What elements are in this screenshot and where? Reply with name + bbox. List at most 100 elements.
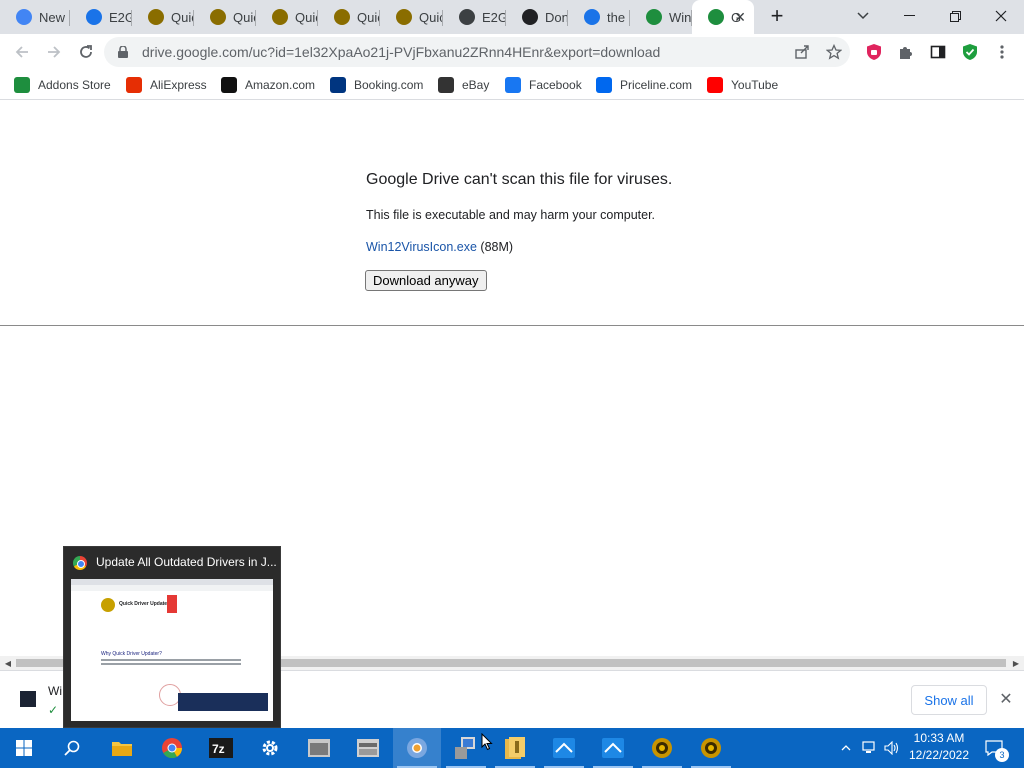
restore-icon (949, 10, 961, 22)
tab-label: Quic (357, 9, 380, 25)
restore-button[interactable] (932, 0, 978, 32)
quick-driver-2-button[interactable] (687, 728, 735, 768)
quick-driver-logo-icon (101, 598, 115, 612)
bookmark-addons-store[interactable]: Addons Store (14, 76, 111, 94)
network-icon[interactable] (862, 740, 878, 756)
quick-driver-1-button[interactable] (638, 728, 686, 768)
booking-icon (330, 77, 346, 93)
quick-driver-icon (701, 738, 721, 758)
url-text: drive.google.com/uc?id=1el32XpaAo21j-PVj… (142, 44, 661, 60)
tab-label: Quic (171, 9, 194, 25)
bookmark-aliexpress[interactable]: AliExpress (126, 76, 207, 94)
share-icon[interactable] (792, 42, 812, 62)
settings-button[interactable] (246, 728, 294, 768)
tab-label: E2G (109, 9, 132, 25)
quick-driver-icon (652, 738, 672, 758)
tab-10[interactable]: the (568, 0, 630, 34)
7zip-button[interactable]: 7z (197, 728, 245, 768)
tab-9[interactable]: Don (506, 0, 568, 34)
amazon-icon (221, 77, 237, 93)
search-icon (64, 740, 80, 756)
installer-icon (455, 737, 475, 759)
tab-12[interactable]: G ✕ (692, 0, 754, 34)
preview-app-name: Quick Driver Updater (119, 601, 170, 607)
app-window-2-button[interactable] (344, 728, 392, 768)
app-blue-icon (553, 738, 575, 758)
app-window-icon (308, 739, 330, 757)
minimize-button[interactable] (886, 0, 932, 32)
app-blue-1-button[interactable] (540, 728, 588, 768)
youtube-icon (707, 77, 723, 93)
chrome-taskbar-button[interactable] (148, 728, 196, 768)
tab-7[interactable]: Quic (380, 0, 443, 34)
taskbar-thumbnail-preview[interactable]: Update All Outdated Drivers in J... Quic… (63, 546, 281, 728)
bookmark-amazon-com[interactable]: Amazon.com (221, 76, 315, 94)
quick-driver-icon (396, 9, 412, 25)
tab-1[interactable]: New (0, 0, 70, 34)
preview-banner (178, 693, 268, 711)
archive-icon (522, 9, 538, 25)
taskbar-search-button[interactable] (48, 728, 96, 768)
back-button[interactable] (8, 38, 36, 66)
volume-icon[interactable] (884, 740, 900, 756)
tab-6[interactable]: Quic (318, 0, 380, 34)
close-tab-icon[interactable]: ✕ (732, 9, 748, 25)
tab-strip: New E2G Quic Quic Quic Quic Quic E2G Don the WinG✕… (0, 0, 1024, 34)
bookmark-star-icon[interactable] (824, 42, 844, 62)
download-item-name[interactable]: Wi (48, 684, 62, 698)
clock-time[interactable]: 10:33 AM (908, 731, 970, 745)
file-archive-button[interactable] (491, 728, 539, 768)
bookmark-booking-com[interactable]: Booking.com (330, 76, 423, 94)
address-bar[interactable]: drive.google.com/uc?id=1el32XpaAo21j-PVj… (104, 37, 850, 67)
warning-message: This file is executable and may harm you… (366, 208, 656, 222)
file-explorer-button[interactable] (98, 728, 146, 768)
start-button[interactable] (0, 728, 48, 768)
preview-red-badge (167, 595, 177, 613)
kebab-menu-icon[interactable] (992, 42, 1012, 62)
reload-icon (80, 45, 92, 58)
app-window-1-button[interactable] (295, 728, 343, 768)
tab-label: Don (545, 9, 568, 25)
scroll-left-arrow-icon[interactable]: ◀ (1, 656, 15, 670)
preview-heading: Why Quick Driver Updater? (101, 651, 162, 657)
close-shelf-button[interactable]: ✕ (996, 689, 1016, 709)
bookmark-priceline-com[interactable]: Priceline.com (596, 76, 692, 94)
priceline-icon (596, 77, 612, 93)
clock-date[interactable]: 12/22/2022 (908, 748, 970, 762)
tab-8[interactable]: E2G (443, 0, 506, 34)
tab-5[interactable]: Quic (256, 0, 318, 34)
new-tab-button[interactable]: + (760, 0, 794, 32)
reload-button[interactable] (72, 38, 100, 66)
bookmark-label: AliExpress (150, 78, 207, 92)
tab-search-button[interactable] (840, 0, 886, 32)
bing-icon (86, 9, 102, 25)
bookmark-youtube[interactable]: YouTube (707, 76, 778, 94)
quick-driver-icon (148, 9, 164, 25)
show-hidden-icons-chevron-up-icon[interactable] (838, 740, 854, 756)
forward-button[interactable] (40, 38, 68, 66)
download-file-icon (20, 691, 36, 707)
bookmark-label: Facebook (529, 78, 582, 92)
mouse-cursor-icon (481, 733, 493, 751)
extensions-puzzle-icon[interactable] (896, 42, 916, 62)
folder-icon (112, 742, 132, 756)
show-all-button[interactable]: Show all (911, 685, 987, 715)
green-shield-extension-icon[interactable] (960, 42, 980, 62)
download-anyway-button[interactable]: Download anyway (365, 270, 487, 291)
shield-extension-icon[interactable] (864, 42, 884, 62)
bookmark-label: Booking.com (354, 78, 424, 92)
tab-4[interactable]: Quic (194, 0, 256, 34)
scroll-right-arrow-icon[interactable]: ▶ (1009, 656, 1023, 670)
tab-11[interactable]: Win (630, 0, 692, 34)
close-window-button[interactable] (978, 0, 1024, 32)
app-blue-2-button[interactable] (589, 728, 637, 768)
tab-2[interactable]: E2G (70, 0, 132, 34)
file-link[interactable]: Win12VirusIcon.exe (366, 240, 477, 254)
chromium-browser-button[interactable] (393, 728, 441, 768)
side-panel-icon[interactable] (928, 42, 948, 62)
tab-3[interactable]: Quic (132, 0, 194, 34)
bookmark-facebook[interactable]: Facebook (505, 76, 582, 94)
bookmark-ebay[interactable]: eBay (438, 76, 489, 94)
chevron-down-icon (857, 12, 869, 20)
chrome-icon (16, 9, 32, 25)
